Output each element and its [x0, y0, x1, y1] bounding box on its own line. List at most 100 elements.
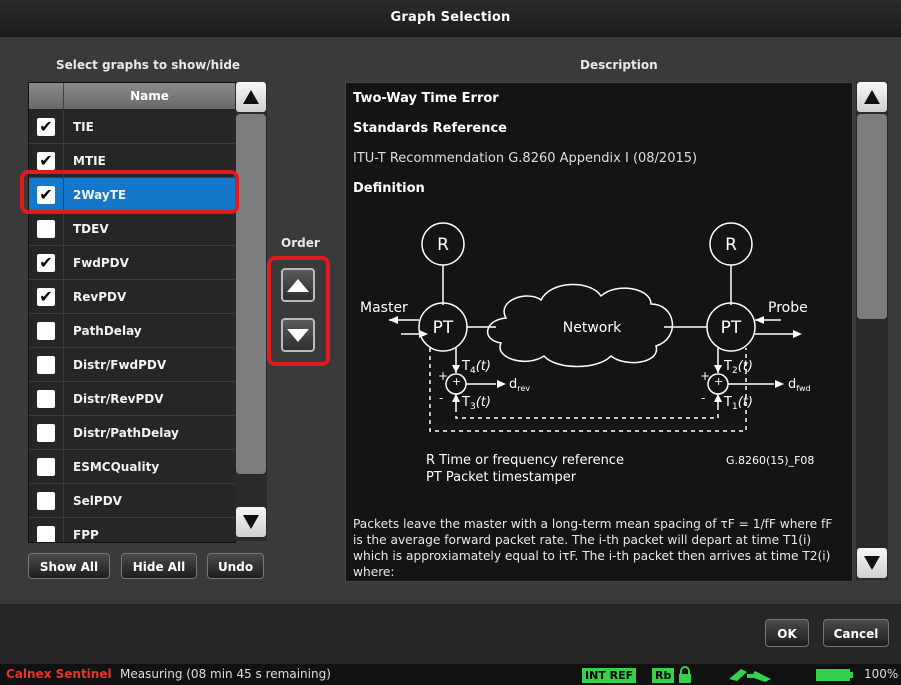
graph-row-distr-fwdpdv[interactable]: Distr/FwdPDV: [29, 348, 235, 382]
master-label: Master: [360, 300, 408, 316]
r-right-label: R: [725, 235, 737, 255]
graph-name: Distr/FwdPDV: [73, 357, 167, 372]
list-scroll-up-button[interactable]: [236, 82, 266, 112]
ref-code: G.8260(15)_F08: [726, 454, 814, 467]
t3-label: T3(t): [461, 395, 491, 412]
order-label: Order: [281, 236, 320, 250]
checkmark-icon: ✔: [39, 150, 53, 170]
checkbox[interactable]: [37, 389, 55, 408]
graph-name: Distr/RevPDV: [73, 391, 164, 406]
legend-r: R Time or frequency reference: [426, 453, 624, 468]
checkbox[interactable]: [37, 321, 55, 340]
row-separator: [63, 110, 64, 143]
row-separator: [63, 382, 64, 415]
checkbox[interactable]: [37, 355, 55, 374]
description-scroll-thumb[interactable]: [857, 114, 887, 319]
lock-icon: [679, 666, 691, 683]
row-separator: [63, 416, 64, 449]
checkmark-icon: ✔: [39, 116, 53, 136]
list-scroll-thumb[interactable]: [236, 114, 266, 474]
arrow-up-icon: [243, 90, 259, 104]
arrow-down-icon: [243, 515, 259, 529]
move-up-icon: [287, 278, 309, 292]
checkmark-icon: ✔: [39, 286, 53, 306]
description-scrollbar[interactable]: [856, 82, 888, 580]
graph-row-revpdv[interactable]: ✔ RevPDV: [29, 280, 235, 314]
ok-button[interactable]: OK: [765, 619, 809, 647]
d-rev-label: drev: [509, 377, 530, 393]
row-separator: [63, 484, 64, 517]
status-bar: Calnex Sentinel Measuring (08 min 45 s r…: [0, 664, 901, 685]
graph-row-selpdv[interactable]: SelPDV: [29, 484, 235, 518]
checkbox[interactable]: [37, 491, 55, 510]
undo-button[interactable]: Undo: [207, 553, 264, 579]
graph-name: FwdPDV: [73, 255, 129, 270]
int-ref-badge: INT REF: [582, 668, 637, 683]
description-scroll-up-button[interactable]: [857, 82, 887, 112]
network-label: Network: [563, 320, 622, 336]
checkbox[interactable]: [37, 457, 55, 476]
graph-name: MTIE: [73, 153, 106, 168]
description-heading: Two-Way Time Error: [353, 91, 499, 106]
row-separator: [63, 212, 64, 245]
graph-row-pathdelay[interactable]: PathDelay: [29, 314, 235, 348]
move-down-button[interactable]: [281, 318, 315, 352]
pt-right-label: PT: [721, 318, 742, 338]
sum-left: +: [452, 375, 461, 388]
graph-name: SelPDV: [73, 493, 122, 508]
plus-right: +: [700, 369, 710, 383]
graph-row-tie[interactable]: ✔ TIE: [29, 110, 235, 144]
checkbox[interactable]: [37, 525, 55, 542]
row-separator: [63, 518, 64, 542]
description-scroll-down-button[interactable]: [857, 548, 887, 578]
graph-list[interactable]: Name ✔ TIE ✔ MTIE ✔ 2WayTE TDEV ✔ FwdPDV ✔ RevPDV P…: [28, 82, 236, 543]
checkmark-icon: ✔: [39, 252, 53, 272]
rb-badge: Rb: [652, 668, 675, 683]
list-header: Name: [29, 83, 235, 110]
list-scrollbar[interactable]: [235, 82, 267, 541]
standards-heading: Standards Reference: [353, 121, 507, 136]
move-up-button[interactable]: [281, 268, 315, 302]
r-left-label: R: [437, 235, 449, 255]
column-header-name[interactable]: Name: [64, 83, 235, 109]
arrow-up-icon: [864, 90, 880, 104]
checkbox[interactable]: [37, 423, 55, 442]
graph-name: ESMCQuality: [73, 459, 160, 474]
cancel-button[interactable]: Cancel: [823, 619, 889, 647]
list-scroll-down-button[interactable]: [236, 507, 266, 537]
d-fwd-label: dfwd: [788, 377, 811, 393]
graph-row-fwdpdv[interactable]: ✔ FwdPDV: [29, 246, 235, 280]
checkbox[interactable]: ✔: [37, 116, 55, 136]
battery-level: 100%: [864, 667, 899, 681]
graph-row-tdev[interactable]: TDEV: [29, 212, 235, 246]
show-all-button[interactable]: Show All: [28, 553, 110, 579]
row-separator: [63, 450, 64, 483]
standards-text: ITU-T Recommendation G.8260 Appendix I (…: [353, 151, 698, 166]
checkbox[interactable]: ✔: [37, 286, 55, 306]
arrow-down-icon: [864, 556, 880, 570]
dialog-footer: OK Cancel: [0, 604, 901, 664]
graph-row-esmcquality[interactable]: ESMCQuality: [29, 450, 235, 484]
t4-label: T4(t): [461, 359, 491, 376]
plus-left: +: [438, 369, 448, 383]
graph-name: TDEV: [73, 221, 109, 236]
description-panel[interactable]: Two-Way Time Error Standards Reference I…: [345, 82, 853, 582]
minus-left: -: [439, 391, 443, 405]
battery-icon: [816, 669, 853, 681]
pt-left-label: PT: [433, 318, 454, 338]
checkbox[interactable]: ✔: [37, 252, 55, 272]
graph-name: RevPDV: [73, 289, 127, 304]
graph-row-fpp[interactable]: FPP: [29, 518, 235, 542]
probe-label: Probe: [768, 300, 808, 316]
hide-all-button[interactable]: Hide All: [121, 553, 197, 579]
checkbox[interactable]: [37, 219, 55, 238]
graph-name: TIE: [73, 119, 94, 134]
graph-row-distr-revpdv[interactable]: Distr/RevPDV: [29, 382, 235, 416]
graph-name: Distr/PathDelay: [73, 425, 179, 440]
row-separator: [63, 246, 64, 279]
satellite-icon: [729, 669, 771, 682]
graph-row-distr-pathdelay[interactable]: Distr/PathDelay: [29, 416, 235, 450]
t2-label: T2(t): [723, 359, 753, 376]
sum-right: +: [714, 375, 723, 388]
checkbox[interactable]: ✔: [37, 150, 55, 170]
